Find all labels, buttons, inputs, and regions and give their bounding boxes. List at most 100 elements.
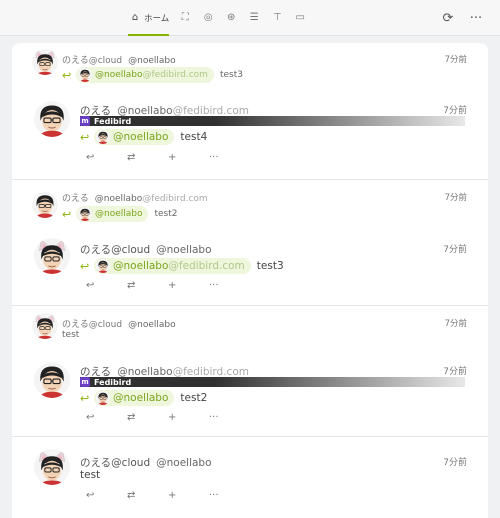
user-name[interactable]: のえる@cloud <box>80 455 150 470</box>
mention-avatar <box>96 391 110 405</box>
user-name[interactable]: のえる@cloud <box>62 53 122 66</box>
react-button[interactable]: + <box>168 490 209 501</box>
avatar[interactable] <box>32 49 58 75</box>
note-text: test2 <box>180 392 208 404</box>
mention[interactable]: @noellabo <box>94 390 175 406</box>
tab-list[interactable]: ☰ <box>247 0 261 36</box>
more-button[interactable]: ··· <box>209 280 250 291</box>
note-time[interactable]: 7分前 <box>445 317 467 329</box>
note-body: ↩ @noellabo test2 <box>80 390 207 406</box>
note-header: のえる@cloud @noellabo <box>80 242 212 257</box>
avatar[interactable] <box>34 101 70 137</box>
reply-icon: ↩ <box>62 68 72 82</box>
note-time[interactable]: 7分前 <box>443 455 467 468</box>
renote-button[interactable]: ⇄ <box>127 412 168 423</box>
note-body: ↩ @noellabo @fedibird.com test3 <box>80 258 284 274</box>
tab-home[interactable]: ⌂ ホーム <box>128 0 170 36</box>
list-icon: ☰ <box>249 12 259 23</box>
local-timeline-icon: ⛶ <box>181 12 189 23</box>
tab-global[interactable]: ⊛ <box>224 0 238 36</box>
header-more-button[interactable]: ··· <box>462 4 490 32</box>
user-username: @noellabo <box>156 244 212 256</box>
note-time[interactable]: 7分前 <box>443 103 467 116</box>
note-text: test2 <box>154 209 178 219</box>
mention[interactable]: @noellabo @fedibird.com <box>76 67 214 83</box>
mention-host: @fedibird.com <box>168 260 245 272</box>
note-time[interactable]: 7分前 <box>445 191 467 203</box>
parent-note-header: のえる @noellabo @fedibird.com <box>62 191 208 204</box>
note-time[interactable]: 7分前 <box>445 53 467 65</box>
global-timeline-icon: ⊛ <box>227 12 236 23</box>
mention[interactable]: @noellabo <box>94 129 175 145</box>
note-actions: ↩ ⇄ + ··· <box>86 152 250 163</box>
channel-icon: ▭ <box>295 12 305 23</box>
note-actions: ↩ ⇄ + ··· <box>86 412 250 423</box>
home-icon: ⌂ <box>131 12 139 23</box>
note: のえる @noellabo @fedibird.com 7分前 ↩ @noella… <box>12 180 488 305</box>
mention-user: @noellabo <box>113 260 169 272</box>
user-host: @fedibird.com <box>142 194 208 204</box>
react-button[interactable]: + <box>168 152 209 163</box>
note-body: ↩ @noellabo test4 <box>80 129 207 145</box>
user-username: @noellabo <box>128 56 176 66</box>
reply-icon: ↩ <box>80 130 90 144</box>
reply-button[interactable]: ↩ <box>86 280 127 291</box>
user-name[interactable]: のえる@cloud <box>62 317 122 330</box>
mention-user: @noellabo <box>113 131 169 143</box>
renote-button[interactable]: ⇄ <box>127 280 168 291</box>
mention-avatar <box>78 207 92 221</box>
reply-button[interactable]: ↩ <box>86 412 127 423</box>
note-text: test3 <box>219 70 243 80</box>
note: のえる@cloud @noellabo 7分前 test ↩ ⇄ + ··· <box>12 437 488 518</box>
fedibird-icon: m <box>80 116 90 126</box>
reply-button[interactable]: ↩ <box>86 490 127 501</box>
tab-local[interactable]: ⛶ <box>178 0 192 36</box>
avatar[interactable] <box>34 362 70 398</box>
instance-ticker: m Fedibird <box>80 116 465 126</box>
mention-avatar <box>96 259 110 273</box>
tab-antenna[interactable]: ⊤ <box>270 0 284 36</box>
mention[interactable]: @noellabo @fedibird.com <box>94 258 251 274</box>
reply-icon: ↩ <box>80 391 90 405</box>
mention[interactable]: @noellabo <box>76 206 149 222</box>
react-button[interactable]: + <box>168 280 209 291</box>
reload-icon: ⟳ <box>442 10 454 26</box>
note-header: のえる@cloud @noellabo <box>80 455 212 470</box>
avatar[interactable] <box>34 449 70 485</box>
note: のえる@cloud @noellabo 7分前 test のえる @noella… <box>12 306 488 436</box>
note-actions: ↩ ⇄ + ··· <box>86 490 250 501</box>
avatar[interactable] <box>34 238 70 274</box>
mention-host: @fedibird.com <box>142 70 208 80</box>
note-time[interactable]: 7分前 <box>443 364 467 377</box>
user-username: @noellabo <box>156 457 212 469</box>
more-button[interactable]: ··· <box>209 152 250 163</box>
note-text: test <box>62 330 80 340</box>
timeline-header: ⌂ ホーム ⛶ ◎ ⊛ ☰ ⊤ ▭ ⟳ ··· <box>0 0 500 36</box>
avatar[interactable] <box>32 192 58 218</box>
more-button[interactable]: ··· <box>209 412 250 423</box>
timeline-tabs: ⌂ ホーム ⛶ ◎ ⊛ ☰ ⊤ ▭ <box>128 0 316 36</box>
mention-user: @noellabo <box>95 209 143 219</box>
note-time[interactable]: 7分前 <box>443 242 467 255</box>
reply-button[interactable]: ↩ <box>86 152 127 163</box>
social-timeline-icon: ◎ <box>203 12 213 23</box>
note-text: test <box>80 469 101 481</box>
note-body: test <box>80 469 100 481</box>
note-text: test3 <box>256 260 284 272</box>
react-button[interactable]: + <box>168 412 209 423</box>
renote-button[interactable]: ⇄ <box>127 490 168 501</box>
user-name[interactable]: のえる@cloud <box>80 242 150 257</box>
avatar[interactable] <box>32 313 58 339</box>
more-button[interactable]: ··· <box>209 490 250 501</box>
user-name[interactable]: のえる <box>62 191 89 204</box>
user-username: @noellabo <box>94 194 143 204</box>
reload-button[interactable]: ⟳ <box>434 4 462 32</box>
fedibird-icon: m <box>80 377 90 387</box>
mention-avatar <box>78 68 92 82</box>
parent-note-body: test <box>62 330 79 340</box>
note-text: test4 <box>180 131 208 143</box>
renote-button[interactable]: ⇄ <box>127 152 168 163</box>
tab-channel[interactable]: ▭ <box>293 0 307 36</box>
tab-social[interactable]: ◎ <box>201 0 215 36</box>
parent-note-body: ↩ @noellabo @fedibird.com test3 <box>62 67 243 83</box>
